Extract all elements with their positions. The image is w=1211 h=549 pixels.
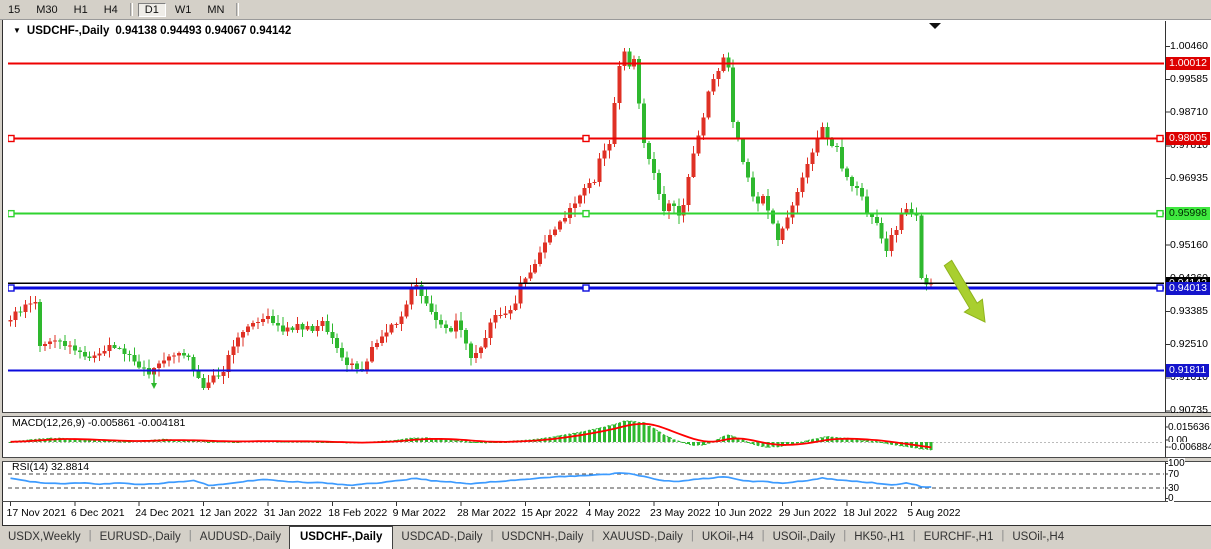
chart-tab-bar: USDX,Weekly|EURUSD-,Daily|AUDUSD-,DailyU… [0, 526, 1211, 549]
collapse-caret-icon[interactable]: ▼ [13, 26, 21, 35]
date-tick-5-Aug-2022[interactable]: 5 Aug 2022 [907, 507, 960, 519]
price-tick-0.98710: 0.98710 [1170, 106, 1208, 119]
price-tick-1.00460: 1.00460 [1170, 40, 1208, 53]
hline-price-label-1.00012[interactable]: 1.00012 [1166, 57, 1210, 70]
date-tick-12-Jan-2022[interactable]: 12 Jan 2022 [200, 507, 258, 519]
price-tick-0.95160: 0.95160 [1170, 239, 1208, 252]
panel-splitter-rsi[interactable] [2, 457, 1211, 462]
chart-tab-EURUSD-Daily[interactable]: EURUSD-,Daily [92, 526, 189, 549]
date-tick-24-Dec-2021[interactable]: 24 Dec 2021 [135, 507, 195, 519]
timeframe-button-15[interactable]: 15 [1, 3, 27, 17]
chart-tab-USDCHF-Daily[interactable]: USDCHF-,Daily [289, 526, 393, 549]
rsi-axis-100: 100 [1168, 458, 1185, 469]
date-tick-4-May-2022[interactable]: 4 May 2022 [586, 507, 641, 519]
price-tick-0.93385: 0.93385 [1170, 305, 1208, 318]
hline-price-label-0.94013[interactable]: 0.94013 [1166, 282, 1210, 295]
macd-axis-0.015636: 0.015636 [1168, 422, 1210, 433]
date-tick-29-Jun-2022[interactable]: 29 Jun 2022 [779, 507, 837, 519]
date-tick-10-Jun-2022[interactable]: 10 Jun 2022 [714, 507, 772, 519]
big-down-right-arrow[interactable] [944, 260, 985, 322]
price-tick-0.92510: 0.92510 [1170, 338, 1208, 351]
timeframe-button-MN[interactable]: MN [200, 3, 231, 17]
date-tick-31-Jan-2022[interactable]: 31 Jan 2022 [264, 507, 322, 519]
chart-canvas[interactable] [0, 0, 1211, 549]
date-tick-28-Mar-2022[interactable]: 28 Mar 2022 [457, 507, 516, 519]
rsi-axis-70: 70 [1168, 469, 1179, 480]
chart-tab-AUDUSD-Daily[interactable]: AUDUSD-,Daily [192, 526, 289, 549]
macd-axis--0.006884: -0.006884 [1168, 442, 1211, 453]
timeframe-toolbar: 15M30H1H4 D1W1MN [0, 0, 1211, 20]
chart-tab-EURCHF-H1[interactable]: EURCHF-,H1 [916, 526, 1002, 549]
price-panel[interactable] [8, 48, 1164, 390]
hline-0.95998[interactable] [8, 211, 1164, 217]
chart-tab-USDCAD-Daily[interactable]: USDCAD-,Daily [393, 526, 490, 549]
chart-tab-USOil-H4[interactable]: USOil-,H4 [1004, 526, 1072, 549]
date-tick-23-May-2022[interactable]: 23 May 2022 [650, 507, 711, 519]
ohlc-values: 0.94138 0.94493 0.94067 0.94142 [115, 25, 291, 37]
timeframe-button-H4[interactable]: H4 [97, 3, 125, 17]
small-down-arrow[interactable] [151, 372, 157, 389]
date-tick-17-Nov-2021[interactable]: 17 Nov 2021 [7, 507, 67, 519]
rsi-line [11, 473, 932, 487]
rsi-axis-0: 0 [1168, 493, 1174, 504]
macd-indicator-label: MACD(12,26,9) -0.005861 -0.004181 [12, 417, 185, 429]
chart-tab-USDCNH-Daily[interactable]: USDCNH-,Daily [494, 526, 592, 549]
rsi-indicator-label: RSI(14) 32.8814 [12, 461, 89, 473]
timeframe-button-D1[interactable]: D1 [138, 3, 166, 17]
hline-0.98005[interactable] [8, 135, 1164, 141]
toolbar-separator [236, 3, 239, 16]
hline-0.94013[interactable] [8, 285, 1164, 291]
price-tick-0.99585: 0.99585 [1170, 73, 1208, 86]
chart-tab-XAUUSD-Daily[interactable]: XAUUSD-,Daily [594, 526, 691, 549]
chart-ohlc-title: ▼ USDCHF-,Daily 0.94138 0.94493 0.94067 … [13, 25, 291, 37]
hline-price-label-0.95998[interactable]: 0.95998 [1166, 207, 1210, 220]
toolbar-separator [130, 3, 133, 16]
hline-price-label-0.98005[interactable]: 0.98005 [1166, 132, 1210, 145]
date-tick-6-Dec-2021[interactable]: 6 Dec 2021 [71, 507, 125, 519]
timeframe-button-M30[interactable]: M30 [29, 3, 64, 17]
rsi-panel[interactable] [8, 473, 1164, 488]
candlesticks [9, 48, 934, 390]
symbol-label: USDCHF-,Daily [27, 25, 109, 37]
rsi-bottom-border [2, 501, 1211, 502]
price-tick-0.96935: 0.96935 [1170, 172, 1208, 185]
chart-shift-marker[interactable] [929, 23, 941, 29]
date-tick-9-Mar-2022[interactable]: 9 Mar 2022 [393, 507, 446, 519]
chart-tab-USDX-Weekly[interactable]: USDX,Weekly [0, 526, 89, 549]
timeframe-button-H1[interactable]: H1 [67, 3, 95, 17]
chart-tab-USOil-Daily[interactable]: USOil-,Daily [765, 526, 844, 549]
price-tick-0.90735: 0.90735 [1170, 404, 1208, 417]
date-tick-18-Jul-2022[interactable]: 18 Jul 2022 [843, 507, 897, 519]
timeframe-button-W1[interactable]: W1 [168, 3, 199, 17]
chart-tab-UKOil-H4[interactable]: UKOil-,H4 [694, 526, 762, 549]
rsi-axis-30: 30 [1168, 483, 1179, 494]
hline-price-label-0.91811[interactable]: 0.91811 [1166, 364, 1209, 377]
chart-tab-HK50-H1[interactable]: HK50-,H1 [846, 526, 913, 549]
date-tick-15-Apr-2022[interactable]: 15 Apr 2022 [521, 507, 578, 519]
date-tick-18-Feb-2022[interactable]: 18 Feb 2022 [328, 507, 387, 519]
